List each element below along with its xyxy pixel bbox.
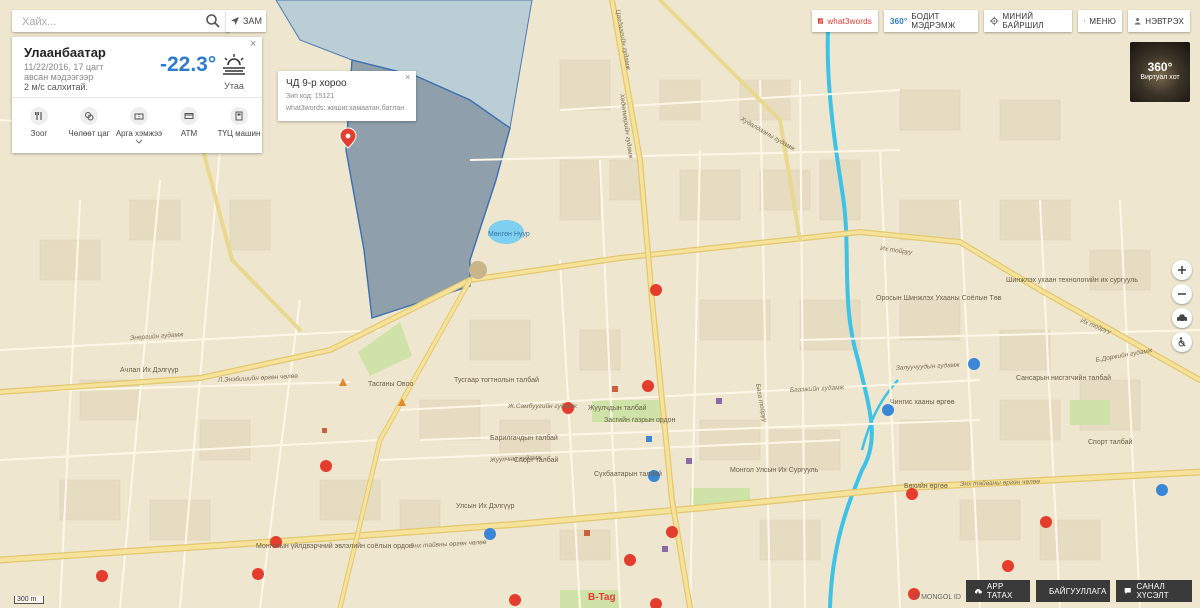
wind-speed: 2 м/с салхитай.: [24, 82, 89, 92]
popup-what3words: what3words: жишиг.хамаатан.батлан: [286, 105, 405, 112]
district-popup: ЧД 9-р хороо Зип код: 15121 what3words: …: [278, 71, 416, 121]
weather-condition: Утаа: [224, 81, 244, 91]
weather-card: Улаанбаатар 11/22/2016, 17 цагт авсан мэ…: [12, 37, 262, 153]
label-bokh-urgoo: Бөхийн өргөө: [904, 482, 948, 490]
login-label: НЭВТРЭХ: [1145, 16, 1184, 26]
feedback-button[interactable]: САНАЛ ХҮСЭЛТ: [1116, 580, 1192, 602]
zoom-in-button[interactable]: [1172, 260, 1192, 280]
traffic-button[interactable]: [1172, 308, 1192, 328]
feedback-label: САНАЛ ХҮСЭЛТ: [1136, 582, 1169, 600]
category-button-food[interactable]: Зоог: [14, 107, 64, 138]
category-button-events[interactable]: Арга хэмжээ: [114, 107, 164, 144]
label-mongol-univ: Монгол Улсын Их Сургууль: [730, 467, 819, 474]
kiosk-machine-icon: [230, 107, 248, 125]
label-zhamsranjav: Ж.Самбуугийн гудамж: [507, 402, 578, 410]
label-lake: Мөнгөн Нуур: [488, 231, 530, 238]
label-academy: Оросын Шинжлэх Ухааны Соёлын Төв: [876, 295, 1002, 302]
car-icon: [1177, 314, 1187, 323]
label-tusgaar: Тусгаар тогтнолын талбай: [454, 376, 539, 384]
chevron-down-icon: [135, 139, 143, 144]
popup-close-button[interactable]: ×: [405, 72, 410, 82]
my-location-label: МИНИЙ БАЙРШИЛ: [1002, 12, 1044, 30]
what3words-logo-icon: [818, 18, 824, 24]
city-name: Улаанбаатар: [24, 45, 106, 60]
route-button[interactable]: ЗАМ: [226, 10, 266, 32]
ticket-icon: [130, 107, 148, 125]
category-button-kiosk[interactable]: ТҮЦ машин: [214, 107, 264, 138]
temperature: -22.3°: [160, 53, 217, 76]
label-chingis: Чингис хааны өргөө: [890, 399, 955, 406]
category-label: Чөлөөт цаг: [68, 129, 110, 138]
chat-bubble-icon: [1124, 587, 1131, 595]
plus-icon: [1178, 266, 1186, 274]
menu-button[interactable]: МЕНЮ: [1078, 10, 1122, 32]
search-bar: [12, 10, 230, 32]
cloud-download-icon: [974, 588, 982, 594]
app-download-button[interactable]: APP ТАТАХ: [966, 580, 1030, 602]
label-sansar: Сансарын нисгэгчийн талбай: [1016, 374, 1111, 382]
category-button-leisure[interactable]: Чөлөөт цаг: [64, 107, 114, 138]
smog-sun-icon: [223, 54, 245, 75]
pin-dot: [345, 133, 351, 139]
grid-icon: [1084, 20, 1086, 22]
category-label: Зоог: [30, 129, 48, 138]
view-360-button[interactable]: 360° БОДИТ МЭДРЭМЖ: [884, 10, 978, 32]
leisure-icon: [80, 107, 98, 125]
roundabout: [469, 261, 487, 279]
login-button[interactable]: НЭВТРЭХ: [1128, 10, 1190, 32]
label-tsagaan-ovoo: Тасганы Овоо: [368, 381, 413, 388]
app-download-label: APP ТАТАХ: [986, 582, 1013, 600]
minus-icon: [1178, 293, 1186, 295]
weather-date: 11/22/2016, 17 цагт: [24, 62, 104, 72]
label-sukhbaatar: Сүхбаатарын талбай: [594, 470, 662, 478]
label-zhuulchin: Жуулчдын талбай: [588, 404, 647, 412]
scale-bar: 300 m: [14, 596, 44, 604]
label-mongol-uildver: Монголын үйлдвэрчний эвлэлийн соёлын орд…: [256, 542, 413, 550]
popup-zip-code: Зип код: 15121: [286, 93, 335, 100]
organization-button[interactable]: БАЙГУУЛЛАГА: [1036, 580, 1110, 602]
search-input[interactable]: [20, 13, 204, 31]
route-label: ЗАМ: [243, 16, 262, 26]
view-360-badge: 360°: [890, 16, 908, 26]
label-university: Шинжлэх ухаан технологийн их сургууль: [1006, 276, 1138, 284]
wheelchair-icon: [1178, 337, 1186, 347]
label-barilgachin: Барилгачдын талбай: [490, 434, 558, 442]
search-icon[interactable]: [204, 12, 222, 30]
category-button-atm[interactable]: ATM: [164, 107, 214, 138]
weather-note: авсан мэдээгээр: [24, 72, 94, 82]
label-zaisan: Засгийн газрын ордон: [604, 416, 676, 424]
category-label: Арга хэмжээ: [115, 129, 163, 138]
what3words-button[interactable]: what3words: [812, 10, 878, 32]
zoom-out-button[interactable]: [1172, 284, 1192, 304]
label-b-tag: B-Tag: [588, 592, 616, 603]
divider: [12, 97, 262, 98]
copyright-text: © MONGOL ID: [914, 594, 961, 601]
label-achlal: Ачлал Их Дэлгүүр: [120, 367, 179, 374]
label-sport2: Спорт талбай: [1088, 438, 1132, 446]
tile-360-subtitle: Виртуал хот: [1140, 74, 1180, 81]
popup-title: ЧД 9-р хороо: [286, 78, 347, 89]
view-360-label: БОДИТ МЭДРЭМЖ: [911, 12, 956, 30]
what3words-label: what3words: [827, 16, 872, 26]
category-label: ATM: [180, 129, 198, 138]
crosshair-icon: [990, 16, 999, 26]
menu-label: МЕНЮ: [1089, 16, 1116, 26]
tile-360-title: 360°: [1147, 60, 1173, 74]
accessibility-button[interactable]: [1172, 332, 1192, 352]
fork-knife-icon: [30, 107, 48, 125]
virtual-city-360-tile[interactable]: 360° Виртуал хот: [1130, 42, 1190, 102]
my-location-button[interactable]: МИНИЙ БАЙРШИЛ: [984, 10, 1072, 32]
organization-label: БАЙГУУЛЛАГА: [1049, 586, 1107, 596]
label-ulsiin-ikh: Улсын Их Дэлгүүр: [456, 503, 515, 510]
weather-close-button[interactable]: ×: [250, 38, 256, 50]
category-label: ТҮЦ машин: [217, 129, 261, 138]
atm-card-icon: [180, 107, 198, 125]
user-icon: [1134, 17, 1141, 25]
navigation-arrow-icon: [231, 17, 239, 25]
